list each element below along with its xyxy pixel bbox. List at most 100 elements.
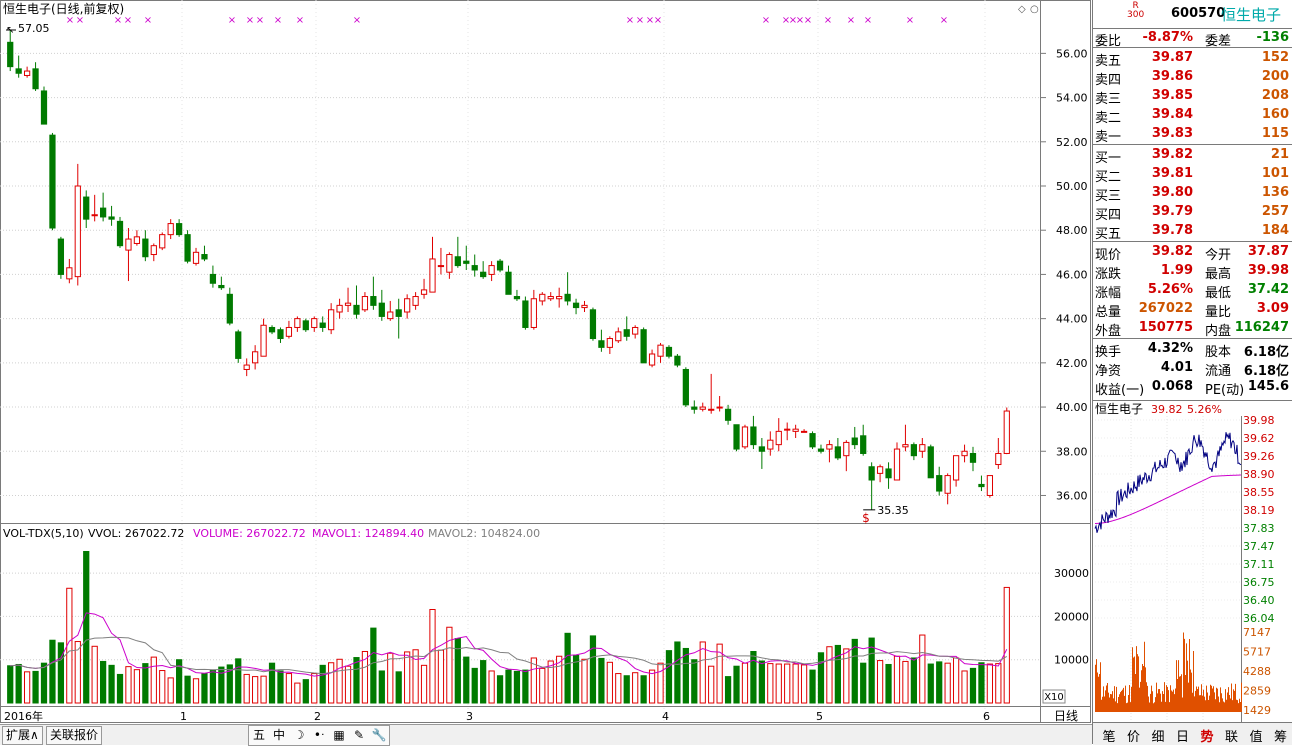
- stat-row[interactable]: 涨幅5.26%最低37.42: [1093, 281, 1292, 300]
- candle-body[interactable]: [362, 297, 367, 310]
- candle-body[interactable]: [320, 323, 325, 327]
- volume-bar[interactable]: [818, 653, 823, 703]
- candle-body[interactable]: [388, 312, 393, 319]
- candle-body[interactable]: [303, 321, 308, 330]
- volume-bar[interactable]: [709, 666, 714, 703]
- volume-bar[interactable]: [633, 673, 638, 703]
- candle-body[interactable]: [405, 299, 410, 312]
- candle-body[interactable]: [185, 235, 190, 262]
- candle-body[interactable]: [709, 409, 714, 410]
- panel-tab[interactable]: 日: [1171, 726, 1195, 745]
- volume-bar[interactable]: [134, 670, 139, 703]
- volume-bar[interactable]: [894, 656, 899, 703]
- volume-bar[interactable]: [472, 668, 477, 703]
- bid-row[interactable]: 买二39.81101: [1093, 165, 1292, 184]
- ask-row[interactable]: 卖三39.85208: [1093, 87, 1292, 106]
- wrench-icon[interactable]: 🔧: [369, 726, 389, 745]
- panel-tab[interactable]: 值: [1244, 726, 1268, 745]
- volume-bar[interactable]: [692, 660, 697, 703]
- candle-body[interactable]: [151, 246, 156, 255]
- volume-bar[interactable]: [607, 662, 612, 703]
- volume-bar[interactable]: [50, 640, 55, 703]
- candle-body[interactable]: [67, 268, 72, 279]
- volume-bar[interactable]: [33, 671, 38, 703]
- stat-row[interactable]: 涨跌1.99最高39.98: [1093, 262, 1292, 281]
- candle-body[interactable]: [827, 445, 832, 449]
- candle-body[interactable]: [227, 294, 232, 323]
- volume-bar[interactable]: [354, 658, 359, 703]
- volume-bar[interactable]: [827, 647, 832, 703]
- candle-body[interactable]: [101, 208, 106, 217]
- volume-bar[interactable]: [852, 639, 857, 703]
- kline-svg[interactable]: 56.0054.0052.0050.0048.0046.0044.0042.00…: [0, 0, 1092, 744]
- candle-body[interactable]: [751, 427, 756, 445]
- candle-body[interactable]: [312, 319, 317, 328]
- volume-bar[interactable]: [877, 661, 882, 703]
- pencil-icon[interactable]: ✎: [349, 726, 369, 745]
- candle-body[interactable]: [117, 221, 122, 245]
- tab-expand[interactable]: 扩展∧: [2, 726, 43, 745]
- volume-bar[interactable]: [320, 665, 325, 703]
- candle-body[interactable]: [278, 330, 283, 339]
- candle-body[interactable]: [692, 407, 697, 409]
- bid-row[interactable]: 买五39.78184: [1093, 222, 1292, 241]
- candle-body[interactable]: [143, 239, 148, 257]
- candle-body[interactable]: [8, 42, 13, 66]
- candle-body[interactable]: [599, 341, 604, 348]
- volume-bar[interactable]: [666, 651, 671, 703]
- candle-body[interactable]: [785, 429, 790, 430]
- volume-bar[interactable]: [371, 628, 376, 703]
- candle-body[interactable]: [776, 431, 781, 444]
- volume-bar[interactable]: [337, 659, 342, 703]
- candle-body[interactable]: [877, 467, 882, 474]
- candle-body[interactable]: [844, 442, 849, 455]
- volume-bar[interactable]: [160, 671, 165, 703]
- volume-bar[interactable]: [396, 672, 401, 703]
- candle-body[interactable]: [894, 449, 899, 480]
- candle-body[interactable]: [472, 266, 477, 270]
- candle-body[interactable]: [50, 135, 55, 228]
- volume-bar[interactable]: [725, 677, 730, 703]
- candle-body[interactable]: [725, 409, 730, 420]
- volume-bar[interactable]: [497, 676, 502, 703]
- weibi-row[interactable]: 委比-8.87%委差-136: [1093, 29, 1292, 48]
- candle-body[interactable]: [937, 476, 942, 491]
- volume-bar[interactable]: [582, 659, 587, 703]
- volume-bar[interactable]: [624, 676, 629, 703]
- candle-body[interactable]: [540, 294, 545, 301]
- candle-body[interactable]: [464, 261, 469, 263]
- volume-bar[interactable]: [193, 679, 198, 703]
- volume-bar[interactable]: [810, 670, 815, 703]
- candle-body[interactable]: [801, 431, 806, 432]
- volume-bar[interactable]: [41, 663, 46, 703]
- volume-bar[interactable]: [345, 666, 350, 703]
- volume-bar[interactable]: [202, 674, 207, 703]
- volume-bar[interactable]: [514, 671, 519, 703]
- volume-bar[interactable]: [481, 661, 486, 703]
- volume-bar[interactable]: [658, 663, 663, 703]
- candle-body[interactable]: [869, 467, 874, 480]
- candle-body[interactable]: [531, 299, 536, 328]
- candle-body[interactable]: [886, 469, 891, 478]
- volume-bar[interactable]: [649, 670, 654, 703]
- candle-body[interactable]: [624, 330, 629, 337]
- volume-bar[interactable]: [236, 659, 241, 703]
- volume-bar[interactable]: [835, 645, 840, 703]
- volume-bar[interactable]: [987, 664, 992, 703]
- volume-bar[interactable]: [253, 677, 258, 703]
- candle-body[interactable]: [210, 274, 215, 283]
- candle-body[interactable]: [202, 255, 207, 259]
- candle-body[interactable]: [962, 451, 967, 455]
- candle-body[interactable]: [835, 447, 840, 458]
- candle-body[interactable]: [742, 427, 747, 447]
- candle-body[interactable]: [109, 217, 114, 219]
- candle-body[interactable]: [269, 327, 274, 331]
- volume-bar[interactable]: [911, 658, 916, 703]
- volume-bar[interactable]: [599, 658, 604, 703]
- volume-bar[interactable]: [379, 671, 384, 703]
- volume-bar[interactable]: [464, 657, 469, 703]
- candle-body[interactable]: [945, 476, 950, 494]
- candle-body[interactable]: [430, 259, 435, 292]
- candle-body[interactable]: [286, 327, 291, 336]
- volume-bar[interactable]: [979, 663, 984, 703]
